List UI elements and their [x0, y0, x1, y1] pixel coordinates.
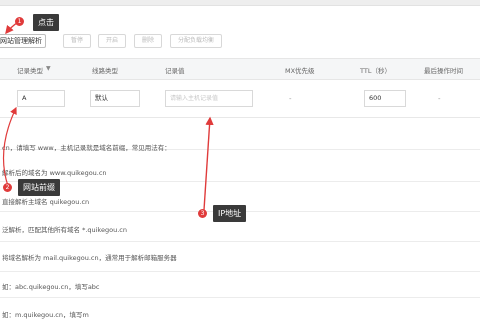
hint-text: 如：abc.quikegou.cn，填写abc — [2, 283, 100, 291]
list-item: 如：m.quikegou.cn，填写m — [0, 298, 480, 320]
load-balance-button[interactable]: 分配负载均衡 — [170, 34, 222, 48]
hint-text: 解析后的域名为 www.quikegou.cn — [2, 169, 107, 177]
th-record-type: 记录类型 — [17, 67, 43, 75]
list-item: cn，请填写 www，主机记录就是域名前缀，常见用法有： — [0, 118, 480, 152]
delete-button[interactable]: 删除 — [134, 34, 162, 48]
th-line-type: 线路类型 — [92, 67, 118, 75]
th-ttl: TTL（秒） — [360, 67, 391, 75]
table-header: 记录类型 ▼ 线路类型 记录值 MX优先级 TTL（秒） 最后操作时间 — [0, 58, 480, 80]
table-row: A 默认 请输入主机记录值 - 600 - — [0, 80, 480, 118]
last-op-value: - — [438, 95, 441, 103]
hint-text: 直接解析主域名 quikegou.cn — [2, 198, 90, 206]
enable-button[interactable]: 开启 — [98, 34, 126, 48]
list-item: 将域名解析为 mail.quikegou.cn，通常用于解析邮箱服务器 — [0, 242, 480, 272]
filter-icon[interactable]: ▼ — [46, 65, 51, 72]
th-mx-priority: MX优先级 — [285, 67, 315, 75]
record-type-select[interactable]: A — [17, 90, 65, 107]
step-1-badge: 1 — [15, 17, 24, 26]
ttl-input[interactable]: 600 — [364, 90, 406, 107]
hint-text: 如：m.quikegou.cn，填写m — [2, 311, 89, 319]
step-3-badge: 3 — [198, 209, 207, 218]
pause-button[interactable]: 暂停 — [63, 34, 91, 48]
th-record-value: 记录值 — [165, 67, 185, 75]
list-item: 如：abc.quikegou.cn，填写abc — [0, 272, 480, 298]
toolbar: 网站管理解析 暂停 开启 删除 分配负载均衡 — [0, 30, 480, 52]
window-top-strip — [0, 0, 480, 6]
site-parse-button[interactable]: 网站管理解析 — [0, 34, 46, 48]
mx-priority-value: - — [289, 95, 292, 103]
hint-text: 泛解析，匹配其他所有域名 *.quikegou.cn — [2, 226, 127, 234]
hint-text: 将域名解析为 mail.quikegou.cn，通常用于解析邮箱服务器 — [2, 254, 177, 262]
record-value-input[interactable]: 请输入主机记录值 — [165, 90, 253, 107]
th-last-op: 最后操作时间 — [424, 67, 463, 75]
step-2-callout: 网站前缀 — [18, 179, 60, 196]
step-1-callout: 点击 — [33, 14, 59, 31]
line-type-select[interactable]: 默认 — [90, 90, 140, 107]
list-item: 解析后的域名为 www.quikegou.cn — [0, 150, 480, 182]
step-3-callout: IP地址 — [213, 205, 247, 222]
step-2-badge: 2 — [3, 183, 12, 192]
